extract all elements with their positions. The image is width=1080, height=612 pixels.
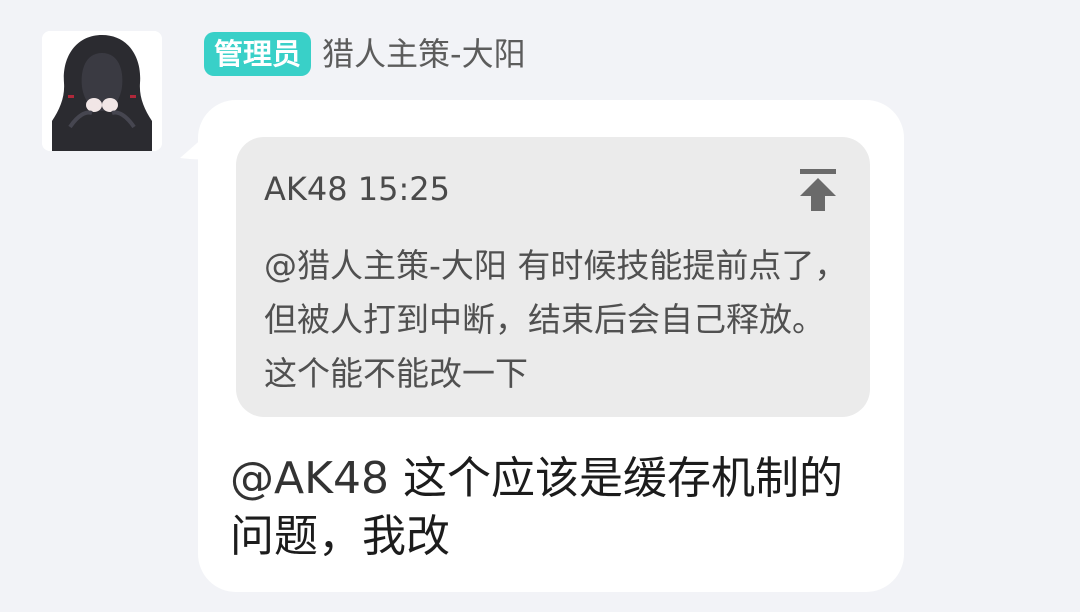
quote-time: 15:25 [357, 170, 450, 208]
quote-text: @猎人主策-大阳 有时候技能提前点了，但被人打到中断，结束后会自己释放。这个能不… [264, 246, 848, 393]
quoted-message[interactable]: AK48 15:25 @猎人主策-大阳 有时候技能提前点了，但被人打到中断，结束… [236, 137, 870, 417]
message-header: 管理员 猎人主策-大阳 [204, 32, 526, 76]
hooded-figure-avatar-icon [42, 31, 162, 151]
quote-author: AK48 [264, 170, 348, 208]
sender-name[interactable]: 猎人主策-大阳 [322, 32, 526, 76]
reply-mention[interactable]: @AK48 [230, 453, 389, 504]
quote-meta: AK48 15:25 [264, 167, 450, 211]
avatar[interactable] [42, 31, 162, 151]
reply-text: @AK48 这个应该是缓存机制的问题，我改 [230, 450, 880, 566]
jump-to-top-icon[interactable] [796, 167, 840, 215]
role-badge: 管理员 [204, 32, 312, 76]
